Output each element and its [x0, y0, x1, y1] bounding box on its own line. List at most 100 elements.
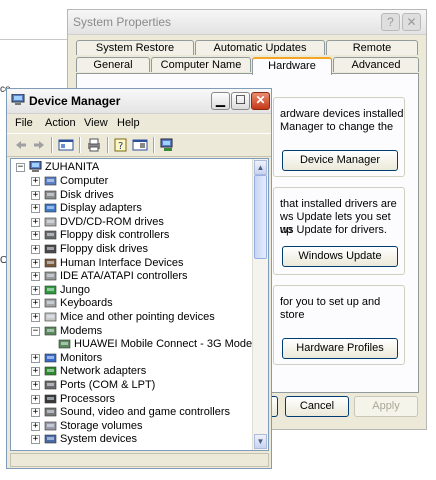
expand-button[interactable]: +	[31, 285, 40, 295]
device-category[interactable]: DVD/CD-ROM drives	[60, 216, 164, 229]
system-icon	[44, 435, 57, 444]
tree-root-label[interactable]: ZUHANITA	[45, 161, 99, 174]
expand-button[interactable]: +	[31, 272, 40, 282]
properties-icon[interactable]	[58, 137, 74, 153]
device-category[interactable]: Human Interface Devices	[60, 257, 184, 270]
system-properties-titlebar[interactable]: System Properties ? ✕	[68, 10, 426, 35]
tab-system-restore[interactable]: System Restore	[76, 40, 194, 55]
hid-icon	[44, 258, 57, 267]
device-category[interactable]: Ports (COM & LPT)	[60, 379, 155, 392]
device-item[interactable]: HUAWEI Mobile Connect - 3G Modem #2	[74, 338, 268, 351]
floppy-icon	[44, 244, 57, 254]
status-bar	[10, 453, 269, 467]
device-category[interactable]: Mice and other pointing devices	[60, 311, 215, 324]
device-category[interactable]: Floppy disk drives	[60, 243, 148, 256]
tab-hardware[interactable]: Hardware	[252, 57, 332, 75]
scroll-down-button[interactable]: ▼	[254, 434, 267, 449]
close-button[interactable]: ✕	[402, 13, 421, 31]
toolbar-separator	[51, 137, 53, 153]
cpu-icon	[44, 394, 57, 403]
apply-button[interactable]: Apply	[354, 396, 418, 417]
floppyctl-icon	[44, 231, 57, 240]
minimize-button[interactable]: ▁	[211, 92, 230, 110]
tab-general[interactable]: General	[76, 57, 150, 72]
toolbar-separator	[153, 137, 155, 153]
scroll-thumb[interactable]	[254, 175, 267, 259]
expand-button[interactable]: +	[31, 381, 40, 390]
view-icon[interactable]	[132, 137, 148, 153]
expand-button[interactable]: +	[31, 177, 40, 186]
menu-bar: File Action View Help	[7, 114, 271, 132]
windows-update-button[interactable]: Windows Update	[282, 246, 398, 267]
collapse-button[interactable]: −	[31, 326, 40, 336]
cancel-button[interactable]: Cancel	[285, 396, 349, 417]
device-category[interactable]: Computer	[60, 175, 108, 188]
menu-view[interactable]: View	[84, 117, 108, 129]
menu-action[interactable]: Action	[45, 117, 76, 129]
group-description: that installed drivers are	[280, 198, 397, 210]
sound-icon	[44, 407, 57, 417]
device-category[interactable]: Floppy disk controllers	[60, 229, 169, 242]
expand-button[interactable]: +	[31, 217, 40, 227]
tab-automatic-updates[interactable]: Automatic Updates	[195, 40, 325, 55]
expand-button[interactable]: +	[31, 299, 40, 309]
group-description: Manager to change the	[280, 121, 394, 133]
scan-hardware-icon[interactable]	[159, 137, 175, 153]
device-category[interactable]: Modems	[60, 325, 102, 338]
forward-arrow-icon[interactable]	[31, 137, 47, 153]
tab-remote[interactable]: Remote	[326, 40, 418, 55]
expand-button[interactable]: +	[31, 367, 40, 377]
expand-button[interactable]: +	[31, 394, 40, 404]
device-category[interactable]: Processors	[60, 393, 115, 406]
maximize-button[interactable]: ☐	[231, 92, 250, 110]
tab-advanced[interactable]: Advanced	[333, 57, 419, 72]
device-category[interactable]: Sound, video and game controllers	[60, 406, 230, 419]
expand-button[interactable]: +	[31, 313, 40, 322]
vertical-scrollbar[interactable]: ▲ ▼	[252, 159, 268, 450]
device-tree[interactable]: − ZUHANITA + Computer + Disk drives + Display…	[10, 158, 269, 451]
device-category[interactable]: System devices	[60, 433, 137, 446]
expand-button[interactable]: +	[31, 231, 40, 241]
group-description: for you to set up and store	[280, 296, 381, 321]
help-icon[interactable]: ?	[113, 137, 129, 153]
expand-button[interactable]: +	[31, 421, 40, 431]
device-manager-button[interactable]: Device Manager	[282, 150, 398, 171]
scroll-up-button[interactable]: ▲	[254, 160, 267, 175]
menu-help[interactable]: Help	[117, 117, 140, 129]
keyboard-icon	[44, 299, 57, 308]
network-icon	[44, 367, 57, 376]
expand-button[interactable]: +	[31, 245, 40, 254]
close-button[interactable]: ✕	[251, 92, 270, 110]
device-manager-window: Device Manager ▁ ☐ ✕ File Action View He…	[6, 88, 272, 469]
device-category[interactable]: Display adapters	[60, 202, 142, 215]
menu-file[interactable]: File	[15, 117, 33, 129]
hardware-profiles-button[interactable]: Hardware Profiles	[282, 338, 398, 359]
device-category[interactable]: Storage volumes	[60, 420, 143, 433]
modem-icon	[58, 339, 71, 349]
monitor-icon	[44, 353, 57, 363]
expand-button[interactable]: +	[31, 435, 40, 445]
expand-button[interactable]: +	[31, 204, 40, 214]
port-icon	[44, 380, 57, 390]
group-description: ardware devices installed	[280, 108, 404, 120]
device-manager-titlebar[interactable]: Device Manager ▁ ☐ ✕	[7, 89, 271, 114]
disk-icon	[44, 190, 57, 199]
tab-computer-name[interactable]: Computer Name	[151, 57, 251, 72]
device-category[interactable]: IDE ATA/ATAPI controllers	[60, 270, 188, 283]
device-category[interactable]: Keyboards	[60, 297, 113, 310]
mouse-icon	[44, 312, 57, 322]
help-button[interactable]: ?	[381, 13, 400, 31]
device-category[interactable]: Monitors	[60, 352, 102, 365]
jungo-icon	[44, 285, 57, 295]
device-category[interactable]: Network adapters	[60, 365, 146, 378]
computer-icon	[44, 176, 57, 186]
expand-button[interactable]: +	[31, 190, 40, 200]
expand-button[interactable]: +	[31, 353, 40, 363]
expand-button[interactable]: +	[31, 408, 40, 418]
device-category[interactable]: Jungo	[60, 284, 90, 297]
print-icon[interactable]	[86, 137, 102, 153]
collapse-button[interactable]: −	[16, 163, 25, 172]
device-category[interactable]: Disk drives	[60, 189, 114, 202]
expand-button[interactable]: +	[31, 258, 40, 268]
back-arrow-icon[interactable]	[13, 137, 29, 153]
